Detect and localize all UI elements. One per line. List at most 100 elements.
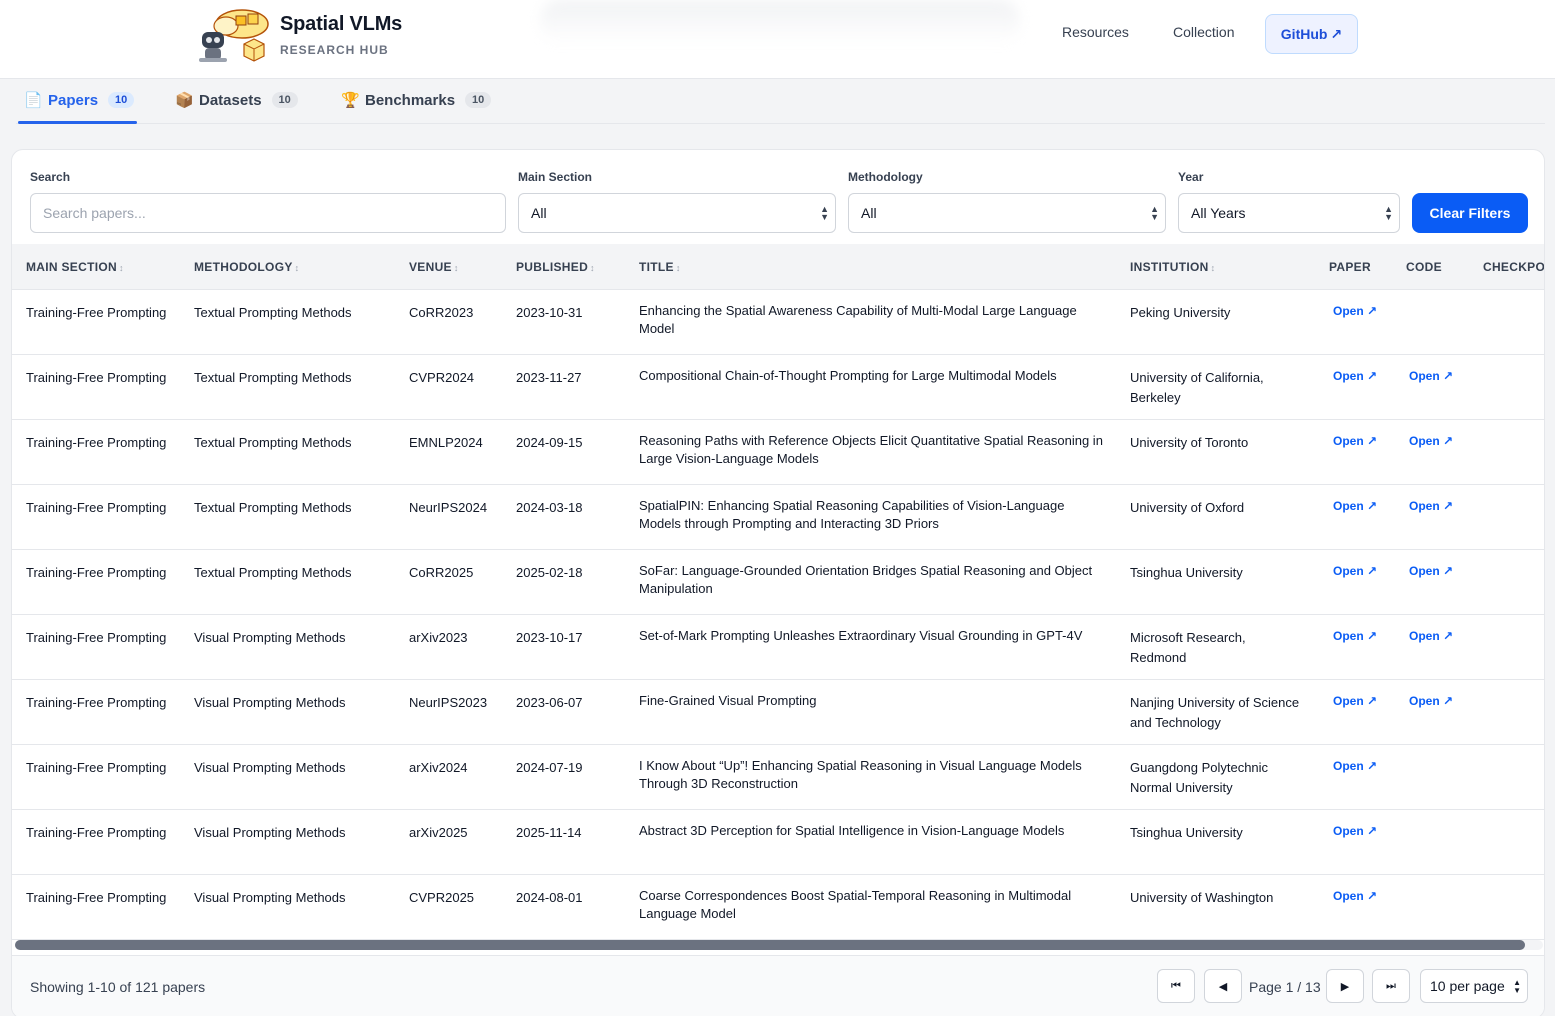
code-open-link[interactable]: Open ↗ [1409,499,1453,513]
paper-open-link[interactable]: Open ↗ [1333,759,1377,773]
per-page-select[interactable]: 10 per page ▲ ▼ [1420,969,1528,1003]
tab-papers[interactable]: 📄 Papers 10 [24,91,135,109]
paper-open-link[interactable]: Open ↗ [1333,629,1377,643]
column-header-title[interactable]: TITLE ↕ [639,260,681,274]
horizontal-scrollbar[interactable] [15,940,1543,950]
per-page-value: 10 per page [1430,978,1505,994]
main-section-label: Main Section [518,170,593,184]
table-body: Training-Free Prompting Textual Promptin… [12,290,1544,940]
code-open-link[interactable]: Open ↗ [1409,434,1453,448]
nav-collection-link[interactable]: Collection [1173,24,1234,40]
cell-main-section: Training-Free Prompting [26,435,167,450]
paper-open-link[interactable]: Open ↗ [1333,564,1377,578]
tab-bar: 📄 Papers 10 📦 Datasets 10 🏆 Benchmarks 1… [0,79,1555,125]
nav-resources-link[interactable]: Resources [1062,24,1129,40]
tab-datasets[interactable]: 📦 Datasets 10 [175,91,298,109]
sort-icon: ↕ [590,263,595,273]
cell-title: SpatialPIN: Enhancing Spatial Reasoning … [639,498,1065,531]
table-row: Training-Free Prompting Visual Prompting… [12,745,1544,810]
tab-benchmarks-count: 10 [465,92,492,108]
tab-benchmarks[interactable]: 🏆 Benchmarks 10 [341,91,492,109]
skip-last-icon: ⏭ [1386,979,1396,992]
search-input[interactable]: Search papers... [30,193,506,233]
cell-published: 2025-11-14 [516,825,582,840]
year-select[interactable]: All Years ▲ ▼ [1178,193,1400,233]
document-icon: 📄 [24,92,43,109]
paper-open-link[interactable]: Open ↗ [1333,889,1377,903]
clear-filters-button[interactable]: Clear Filters [1412,193,1528,233]
sort-icon: ↕ [1210,263,1216,273]
paper-open-link[interactable]: Open ↗ [1333,369,1377,383]
cell-venue: EMNLP2024 [409,435,483,450]
column-header-published[interactable]: PUBLISHED ↕ [516,260,595,274]
column-header-methodology[interactable]: METHODOLOGY ↕ [194,260,299,274]
last-page-button[interactable]: ⏭ [1372,969,1410,1003]
column-header-main-section[interactable]: MAIN SECTION ↕ [26,260,124,274]
code-open-link[interactable]: Open ↗ [1409,694,1453,708]
code-open-link[interactable]: Open ↗ [1409,629,1453,643]
column-header-venue[interactable]: VENUE ↕ [409,260,459,274]
year-value: All Years [1191,205,1246,221]
cell-title: Fine-Grained Visual Prompting [639,693,817,708]
paper-open-link[interactable]: Open ↗ [1333,499,1377,513]
cell-methodology: Visual Prompting Methods [194,890,346,905]
cell-title: Set-of-Mark Prompting Unleashes Extraord… [639,628,1083,643]
code-open-link[interactable]: Open ↗ [1409,369,1453,383]
github-button[interactable]: GitHub ↗ [1265,14,1358,54]
cell-methodology: Visual Prompting Methods [194,695,346,710]
paper-open-link[interactable]: Open ↗ [1333,434,1377,448]
cell-venue: CoRR2025 [409,565,474,580]
paper-open-link[interactable]: Open ↗ [1333,824,1377,838]
cell-institution: University of Oxford [1130,500,1245,515]
cell-venue: CoRR2023 [409,305,474,320]
paper-open-link[interactable]: Open ↗ [1333,694,1377,708]
first-page-button[interactable]: ⏮ [1157,969,1195,1003]
prev-page-button[interactable]: ◀ [1204,969,1242,1003]
table-row: Training-Free Prompting Visual Prompting… [12,810,1544,875]
paper-open-link[interactable]: Open ↗ [1333,304,1377,318]
cell-venue: arXiv2023 [409,630,468,645]
sort-icon: ↕ [294,263,300,273]
cell-published: 2024-07-19 [516,760,583,775]
methodology-value: All [861,205,877,221]
top-header: Spatial VLMs RESEARCH HUB Resources Coll… [0,0,1555,79]
cell-institution: Tsinghua University [1130,825,1243,840]
cell-methodology: Textual Prompting Methods [194,435,352,450]
code-open-link[interactable]: Open ↗ [1409,564,1453,578]
cell-published: 2024-03-18 [516,500,583,515]
cell-title: SoFar: Language-Grounded Orientation Bri… [639,563,1093,596]
tab-papers-count: 10 [108,92,135,108]
tab-datasets-label: Datasets [199,91,262,109]
skip-first-icon: ⏮ [1171,979,1181,992]
main-section-value: All [531,205,547,221]
methodology-select[interactable]: All ▲ ▼ [848,193,1166,233]
cell-venue: CVPR2024 [409,370,475,385]
column-header-institution[interactable]: INSTITUTION ↕ [1130,260,1215,274]
cell-institution: Guangdong Polytechnic Normal University [1130,760,1269,795]
table-row: Training-Free Prompting Textual Promptin… [12,355,1544,420]
cell-venue: NeurIPS2024 [409,500,488,515]
cell-institution: University of Washington [1130,890,1274,905]
cell-published: 2023-06-07 [516,695,583,710]
tab-bar-divider [16,123,1545,124]
cell-title: Compositional Chain-of-Thought Prompting… [639,368,1057,383]
cell-main-section: Training-Free Prompting [26,500,167,515]
next-page-button[interactable]: ▶ [1326,969,1364,1003]
cell-methodology: Visual Prompting Methods [194,825,346,840]
select-chevron-icon: ▲ ▼ [1513,978,1521,995]
scrollbar-thumb[interactable] [15,940,1525,950]
papers-card: Search Search papers... Main Section All… [11,149,1545,1016]
methodology-label: Methodology [848,170,923,184]
cell-venue: arXiv2024 [409,760,468,775]
cell-methodology: Textual Prompting Methods [194,500,352,515]
package-icon: 📦 [175,92,194,109]
cell-main-section: Training-Free Prompting [26,370,167,385]
cell-institution: University of California, Berkeley [1130,370,1264,405]
cell-main-section: Training-Free Prompting [26,565,167,580]
table-row: Training-Free Prompting Visual Prompting… [12,875,1544,940]
main-section-select[interactable]: All ▲ ▼ [518,193,836,233]
cell-published: 2024-09-15 [516,435,583,450]
brand-subtitle: RESEARCH HUB [280,43,389,57]
table-row: Training-Free Prompting Textual Promptin… [12,550,1544,615]
caret-right-icon: ▶ [1340,980,1350,993]
